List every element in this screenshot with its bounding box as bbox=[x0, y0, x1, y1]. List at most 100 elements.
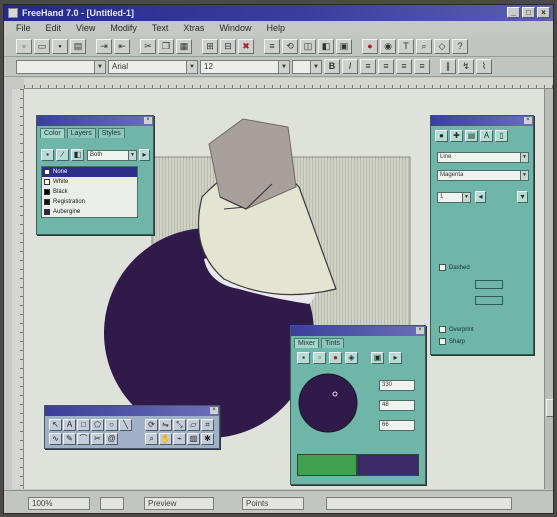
list-item[interactable]: Black bbox=[42, 187, 137, 197]
line-tool-icon[interactable]: ╲ bbox=[119, 419, 132, 431]
hand-tool-icon[interactable]: ✋ bbox=[159, 433, 172, 445]
lightness-field[interactable]: 48 bbox=[379, 400, 415, 411]
drawing-canvas[interactable]: × Color Layers Styles ▪ ∕ ◧ Both ▼ ▸ None… bbox=[24, 89, 544, 489]
horizontal-ruler[interactable] bbox=[24, 78, 553, 89]
maximize-button[interactable]: □ bbox=[522, 7, 535, 18]
tab-mixer[interactable]: Mixer bbox=[294, 338, 320, 348]
color-list-titlebar[interactable]: × bbox=[37, 116, 153, 126]
both-icon[interactable]: ◧ bbox=[71, 149, 84, 161]
pointer-tool-icon[interactable]: ↖ bbox=[49, 419, 62, 431]
text-flow-icon[interactable]: ↯ bbox=[458, 59, 474, 74]
transform-icon[interactable]: ⟲ bbox=[282, 38, 298, 54]
menu-view[interactable]: View bbox=[76, 21, 95, 36]
stroke-color-select[interactable]: Magenta ▼ bbox=[437, 170, 529, 181]
paste-icon[interactable]: ▦ bbox=[176, 38, 192, 54]
list-item[interactable]: Registration bbox=[42, 197, 137, 207]
fill-icon[interactable]: ▪ bbox=[41, 149, 54, 161]
width-arrow-icon[interactable]: ▾ bbox=[517, 191, 528, 203]
swatches-icon[interactable]: ◉ bbox=[380, 38, 396, 54]
text-inspector-icon[interactable]: T bbox=[398, 38, 414, 54]
menu-modify[interactable]: Modify bbox=[110, 21, 137, 36]
toolbox-titlebar[interactable]: × bbox=[45, 406, 219, 416]
reflect-tool-icon[interactable]: ⇋ bbox=[159, 419, 172, 431]
copy-icon[interactable]: ❐ bbox=[158, 38, 174, 54]
mode-select[interactable]: Both ▼ bbox=[87, 150, 137, 161]
current-color-swatch[interactable] bbox=[297, 454, 357, 476]
stroke-inspector-icon[interactable]: ▤ bbox=[465, 130, 478, 142]
vertical-scrollbar[interactable] bbox=[544, 89, 553, 489]
scale-tool-icon[interactable]: ⤡ bbox=[173, 419, 186, 431]
preview-icon[interactable]: ◇ bbox=[434, 38, 450, 54]
tab-tints[interactable]: Tints bbox=[321, 338, 345, 348]
bezigon-tool-icon[interactable]: ⌒ bbox=[77, 433, 90, 445]
font-select[interactable]: Arial ▼ bbox=[108, 59, 198, 74]
close-icon[interactable]: × bbox=[210, 407, 218, 414]
mixer-titlebar[interactable]: × bbox=[291, 326, 425, 336]
new-color-swatch[interactable] bbox=[357, 454, 419, 476]
units-select[interactable]: Points bbox=[242, 496, 304, 510]
list-item[interactable]: White bbox=[42, 177, 137, 187]
vertical-ruler[interactable] bbox=[12, 89, 24, 489]
close-button[interactable]: × bbox=[537, 7, 550, 18]
save-icon[interactable]: ▪ bbox=[52, 38, 68, 54]
bold-button[interactable]: B bbox=[324, 59, 340, 74]
tab-styles[interactable]: Styles bbox=[97, 128, 125, 138]
text-inspector-tab-icon[interactable]: A bbox=[480, 130, 493, 142]
new-file-icon[interactable]: ▫ bbox=[16, 38, 32, 54]
close-icon[interactable]: × bbox=[144, 117, 152, 124]
inspector-titlebar[interactable]: × bbox=[431, 116, 533, 126]
menu-file[interactable]: File bbox=[16, 21, 31, 36]
menu-text[interactable]: Text bbox=[152, 21, 169, 36]
style-select[interactable]: ▼ bbox=[16, 59, 106, 74]
stroke-width-field[interactable]: 1 ▼ bbox=[437, 192, 471, 203]
page-field[interactable] bbox=[100, 496, 124, 510]
attach-text-icon[interactable]: ⌇ bbox=[476, 59, 492, 74]
align-right-icon[interactable]: ≡ bbox=[396, 59, 412, 74]
tab-color[interactable]: Color bbox=[40, 128, 65, 138]
list-item[interactable]: None bbox=[42, 167, 137, 177]
scroll-thumb[interactable] bbox=[546, 399, 553, 417]
sharp-checkbox[interactable]: Sharp bbox=[439, 338, 465, 345]
tab-layers[interactable]: Layers bbox=[66, 128, 96, 138]
inspector-icon[interactable]: ◧ bbox=[318, 38, 334, 54]
import-icon[interactable]: ⇥ bbox=[96, 38, 112, 54]
menu-xtras[interactable]: Xtras bbox=[183, 21, 204, 36]
rotate-tool-icon[interactable]: ⟳ bbox=[145, 419, 158, 431]
rectangle-tool-icon[interactable]: □ bbox=[77, 419, 90, 431]
object-inspector-icon[interactable]: ● bbox=[435, 130, 448, 142]
saturation-field[interactable]: 66 bbox=[379, 420, 415, 431]
text-tool-icon[interactable]: A bbox=[63, 419, 76, 431]
align-center-icon[interactable]: ≡ bbox=[378, 59, 394, 74]
italic-button[interactable]: I bbox=[342, 59, 358, 74]
cmyk-icon[interactable]: ▪ bbox=[297, 352, 310, 364]
pen-tool-icon[interactable]: ✎ bbox=[63, 433, 76, 445]
eyedropper-tool-icon[interactable]: ⌁ bbox=[173, 433, 186, 445]
arrowhead-start[interactable] bbox=[475, 280, 503, 289]
spiral-tool-icon[interactable]: @ bbox=[105, 433, 118, 445]
menu-help[interactable]: Help bbox=[266, 21, 285, 36]
menu-window[interactable]: Window bbox=[219, 21, 251, 36]
view-mode-select[interactable]: Preview bbox=[144, 496, 214, 510]
magnify-tool-icon[interactable]: ⌕ bbox=[145, 433, 158, 445]
zoom-icon[interactable]: ⌕ bbox=[416, 38, 432, 54]
stroke-icon[interactable]: ∕ bbox=[56, 149, 69, 161]
ellipse-tool-icon[interactable]: ○ bbox=[105, 419, 118, 431]
fill-tool-icon[interactable]: ▨ bbox=[187, 433, 200, 445]
justify-icon[interactable]: ≡ bbox=[414, 59, 430, 74]
overprint-checkbox[interactable]: Overprint bbox=[439, 326, 474, 333]
dashed-checkbox[interactable]: Dashed bbox=[439, 264, 470, 271]
help-icon[interactable]: ? bbox=[452, 38, 468, 54]
knife-tool-icon[interactable]: ✂ bbox=[91, 433, 104, 445]
application-icon[interactable] bbox=[8, 8, 18, 18]
layers-icon[interactable]: ◫ bbox=[300, 38, 316, 54]
align-left-icon[interactable]: ≡ bbox=[360, 59, 376, 74]
add-to-list-icon[interactable]: ▣ bbox=[371, 352, 384, 364]
graphic-hose-tool-icon[interactable]: ✱ bbox=[201, 433, 214, 445]
open-file-icon[interactable]: ▭ bbox=[34, 38, 50, 54]
mixer-options-icon[interactable]: ▸ bbox=[389, 352, 402, 364]
ungroup-icon[interactable]: ⊟ bbox=[220, 38, 236, 54]
zoom-field[interactable]: 100% bbox=[28, 496, 90, 510]
polygon-tool-icon[interactable]: ⬠ bbox=[91, 419, 104, 431]
close-icon[interactable]: × bbox=[524, 117, 532, 124]
hls-icon[interactable]: ● bbox=[329, 352, 342, 364]
